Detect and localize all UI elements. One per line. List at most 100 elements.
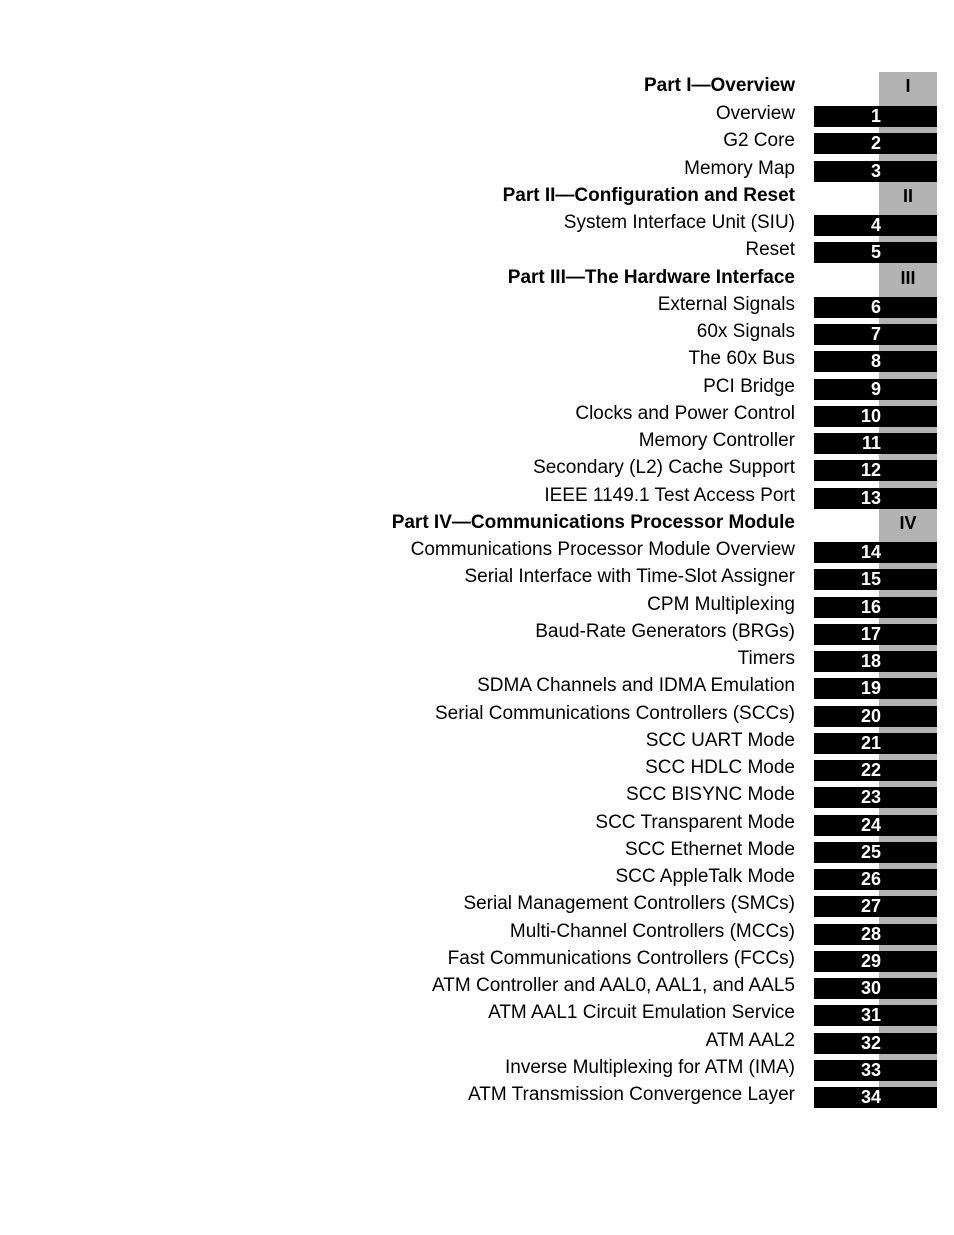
chapter-title[interactable]: CPM Multiplexing — [647, 594, 795, 616]
toc-part-row[interactable]: Part IV—Communications Processor Module I… — [0, 509, 954, 536]
chapter-tab-bar[interactable]: 3 — [814, 160, 937, 182]
chapter-tab-bar[interactable]: 28 — [814, 923, 937, 945]
chapter-title[interactable]: ATM AAL1 Circuit Emulation Service — [488, 1002, 795, 1024]
toc-part-row[interactable]: Part II—Configuration and Reset II — [0, 182, 954, 209]
part-tab-label[interactable]: IV — [879, 512, 937, 534]
toc-chapter-row[interactable]: Clocks and Power Control 10 — [0, 400, 954, 427]
chapter-tab-bar[interactable]: 30 — [814, 978, 937, 999]
chapter-title[interactable]: PCI Bridge — [703, 376, 795, 398]
part-title[interactable]: Part III—The Hardware Interface — [508, 267, 795, 289]
chapter-title[interactable]: The 60x Bus — [688, 348, 795, 370]
toc-chapter-row[interactable]: SCC Ethernet Mode 25 — [0, 836, 954, 863]
chapter-title[interactable]: Fast Communications Controllers (FCCs) — [448, 948, 795, 970]
toc-chapter-row[interactable]: ATM AAL2 32 — [0, 1027, 954, 1054]
chapter-tab-bar[interactable]: 13 — [814, 487, 937, 509]
chapter-title[interactable]: External Signals — [658, 294, 795, 316]
chapter-tab-bar[interactable]: 25 — [814, 841, 937, 863]
chapter-title[interactable]: SDMA Channels and IDMA Emulation — [477, 675, 795, 697]
chapter-title[interactable]: IEEE 1149.1 Test Access Port — [544, 485, 795, 507]
chapter-tab-bar[interactable]: 2 — [814, 133, 937, 155]
part-title[interactable]: Part II—Configuration and Reset — [503, 185, 795, 207]
chapter-tab-bar[interactable]: 19 — [814, 678, 937, 700]
chapter-title[interactable]: Serial Communications Controllers (SCCs) — [435, 703, 795, 725]
toc-chapter-row[interactable]: ATM Controller and AAL0, AAL1, and AAL5 3… — [0, 972, 954, 999]
chapter-title[interactable]: System Interface Unit (SIU) — [564, 212, 795, 234]
toc-chapter-row[interactable]: Secondary (L2) Cache Support 12 — [0, 454, 954, 482]
chapter-title[interactable]: Multi-Channel Controllers (MCCs) — [510, 921, 795, 943]
chapter-title[interactable]: Serial Interface with Time-Slot Assigner — [464, 566, 795, 588]
chapter-tab-bar[interactable]: 21 — [814, 732, 937, 754]
chapter-title[interactable]: SCC BISYNC Mode — [626, 784, 795, 806]
toc-chapter-row[interactable]: PCI Bridge 9 — [0, 373, 954, 400]
chapter-title[interactable]: Reset — [745, 239, 795, 261]
toc-part-row[interactable]: Part III—The Hardware Interface III — [0, 264, 954, 291]
toc-chapter-row[interactable]: Reset 5 — [0, 236, 954, 264]
chapter-tab-bar[interactable]: 11 — [814, 433, 937, 454]
toc-chapter-row[interactable]: IEEE 1149.1 Test Access Port 13 — [0, 482, 954, 509]
part-title[interactable]: Part IV—Communications Processor Module — [392, 512, 795, 534]
toc-chapter-row[interactable]: Communications Processor Module Overview… — [0, 536, 954, 563]
toc-chapter-row[interactable]: ATM Transmission Convergence Layer 34 — [0, 1081, 954, 1108]
toc-chapter-row[interactable]: SCC UART Mode 21 — [0, 727, 954, 754]
toc-chapter-row[interactable]: System Interface Unit (SIU) 4 — [0, 209, 954, 236]
chapter-title[interactable]: Clocks and Power Control — [575, 403, 795, 425]
part-tab-label[interactable]: I — [879, 75, 937, 97]
chapter-title[interactable]: Memory Controller — [639, 430, 795, 452]
chapter-tab-bar[interactable]: 20 — [814, 705, 937, 727]
chapter-tab-bar[interactable]: 31 — [814, 1005, 937, 1027]
chapter-tab-bar[interactable]: 10 — [814, 405, 937, 427]
toc-chapter-row[interactable]: ATM AAL1 Circuit Emulation Service 31 — [0, 999, 954, 1027]
chapter-title[interactable]: Baud-Rate Generators (BRGs) — [535, 621, 795, 643]
toc-chapter-row[interactable]: CPM Multiplexing 16 — [0, 591, 954, 618]
toc-part-row[interactable]: Part I—Overview I — [0, 72, 954, 100]
chapter-tab-bar[interactable]: 22 — [814, 760, 937, 781]
chapter-tab-bar[interactable]: 5 — [814, 242, 937, 264]
chapter-tab-bar[interactable]: 14 — [814, 542, 937, 563]
toc-chapter-row[interactable]: The 60x Bus 8 — [0, 345, 954, 373]
toc-chapter-row[interactable]: Serial Interface with Time-Slot Assigner… — [0, 563, 954, 591]
toc-chapter-row[interactable]: Overview 1 — [0, 100, 954, 127]
chapter-title[interactable]: Communications Processor Module Overview — [411, 539, 795, 561]
chapter-tab-bar[interactable]: 9 — [814, 378, 937, 400]
toc-chapter-row[interactable]: Serial Communications Controllers (SCCs)… — [0, 700, 954, 727]
toc-chapter-row[interactable]: Inverse Multiplexing for ATM (IMA) 33 — [0, 1054, 954, 1081]
chapter-tab-bar[interactable]: 16 — [814, 596, 937, 618]
chapter-tab-bar[interactable]: 7 — [814, 324, 937, 345]
chapter-tab-bar[interactable]: 15 — [814, 569, 937, 591]
chapter-tab-bar[interactable]: 18 — [814, 651, 937, 672]
toc-chapter-row[interactable]: Fast Communications Controllers (FCCs) 29 — [0, 945, 954, 972]
chapter-tab-bar[interactable]: 4 — [814, 215, 937, 236]
chapter-tab-bar[interactable]: 27 — [814, 896, 937, 918]
toc-chapter-row[interactable]: G2 Core 2 — [0, 127, 954, 155]
chapter-title[interactable]: ATM Transmission Convergence Layer — [468, 1084, 795, 1106]
chapter-tab-bar[interactable]: 6 — [814, 296, 937, 318]
toc-chapter-row[interactable]: SCC BISYNC Mode 23 — [0, 781, 954, 809]
chapter-tab-bar[interactable]: 12 — [814, 460, 937, 482]
toc-chapter-row[interactable]: Memory Map 3 — [0, 155, 954, 182]
chapter-title[interactable]: Serial Management Controllers (SMCs) — [463, 893, 795, 915]
part-title[interactable]: Part I—Overview — [644, 75, 795, 97]
part-tab-label[interactable]: II — [879, 185, 937, 207]
toc-chapter-row[interactable]: Memory Controller 11 — [0, 427, 954, 454]
toc-chapter-row[interactable]: SCC AppleTalk Mode 26 — [0, 863, 954, 890]
toc-chapter-row[interactable]: 60x Signals 7 — [0, 318, 954, 345]
chapter-tab-bar[interactable]: 29 — [814, 950, 937, 972]
chapter-title[interactable]: Memory Map — [684, 158, 795, 180]
toc-chapter-row[interactable]: Multi-Channel Controllers (MCCs) 28 — [0, 918, 954, 945]
chapter-title[interactable]: Overview — [716, 103, 795, 125]
chapter-title[interactable]: SCC UART Mode — [646, 730, 795, 752]
chapter-tab-bar[interactable]: 24 — [814, 814, 937, 836]
chapter-title[interactable]: SCC AppleTalk Mode — [615, 866, 795, 888]
toc-chapter-row[interactable]: External Signals 6 — [0, 291, 954, 318]
toc-chapter-row[interactable]: SDMA Channels and IDMA Emulation 19 — [0, 672, 954, 700]
chapter-title[interactable]: SCC HDLC Mode — [645, 757, 795, 779]
toc-chapter-row[interactable]: Baud-Rate Generators (BRGs) 17 — [0, 618, 954, 645]
chapter-title[interactable]: Timers — [738, 648, 795, 670]
chapter-tab-bar[interactable]: 23 — [814, 787, 937, 809]
chapter-tab-bar[interactable]: 8 — [814, 351, 937, 373]
part-tab-label[interactable]: III — [879, 267, 937, 289]
toc-chapter-row[interactable]: SCC HDLC Mode 22 — [0, 754, 954, 781]
chapter-title[interactable]: ATM AAL2 — [706, 1030, 795, 1052]
chapter-title[interactable]: G2 Core — [723, 130, 795, 152]
chapter-tab-bar[interactable]: 1 — [814, 106, 937, 127]
